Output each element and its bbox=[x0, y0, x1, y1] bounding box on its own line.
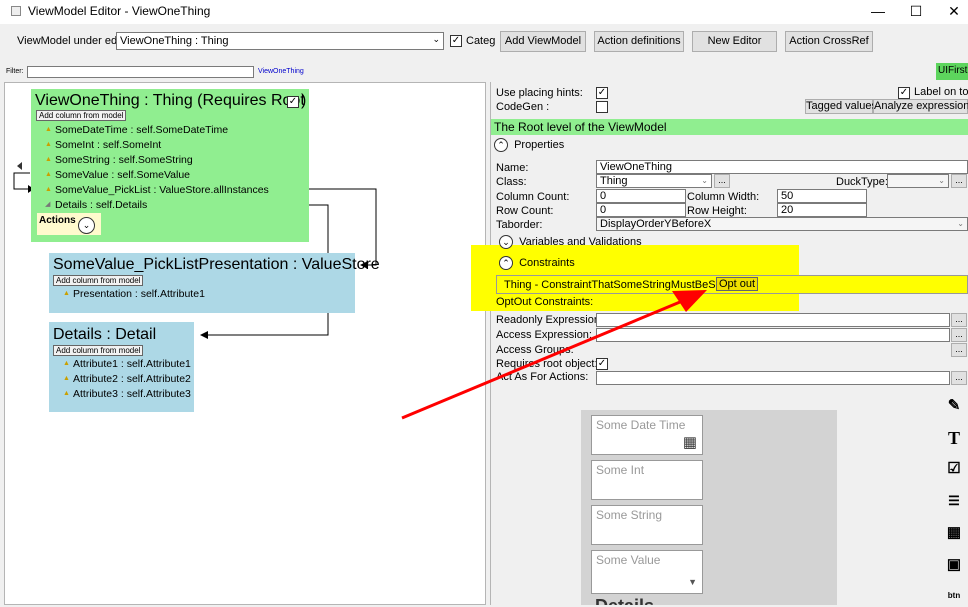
arrow-head bbox=[672, 290, 707, 312]
arrow-shaft bbox=[401, 300, 681, 420]
annotation-arrow bbox=[401, 290, 707, 420]
